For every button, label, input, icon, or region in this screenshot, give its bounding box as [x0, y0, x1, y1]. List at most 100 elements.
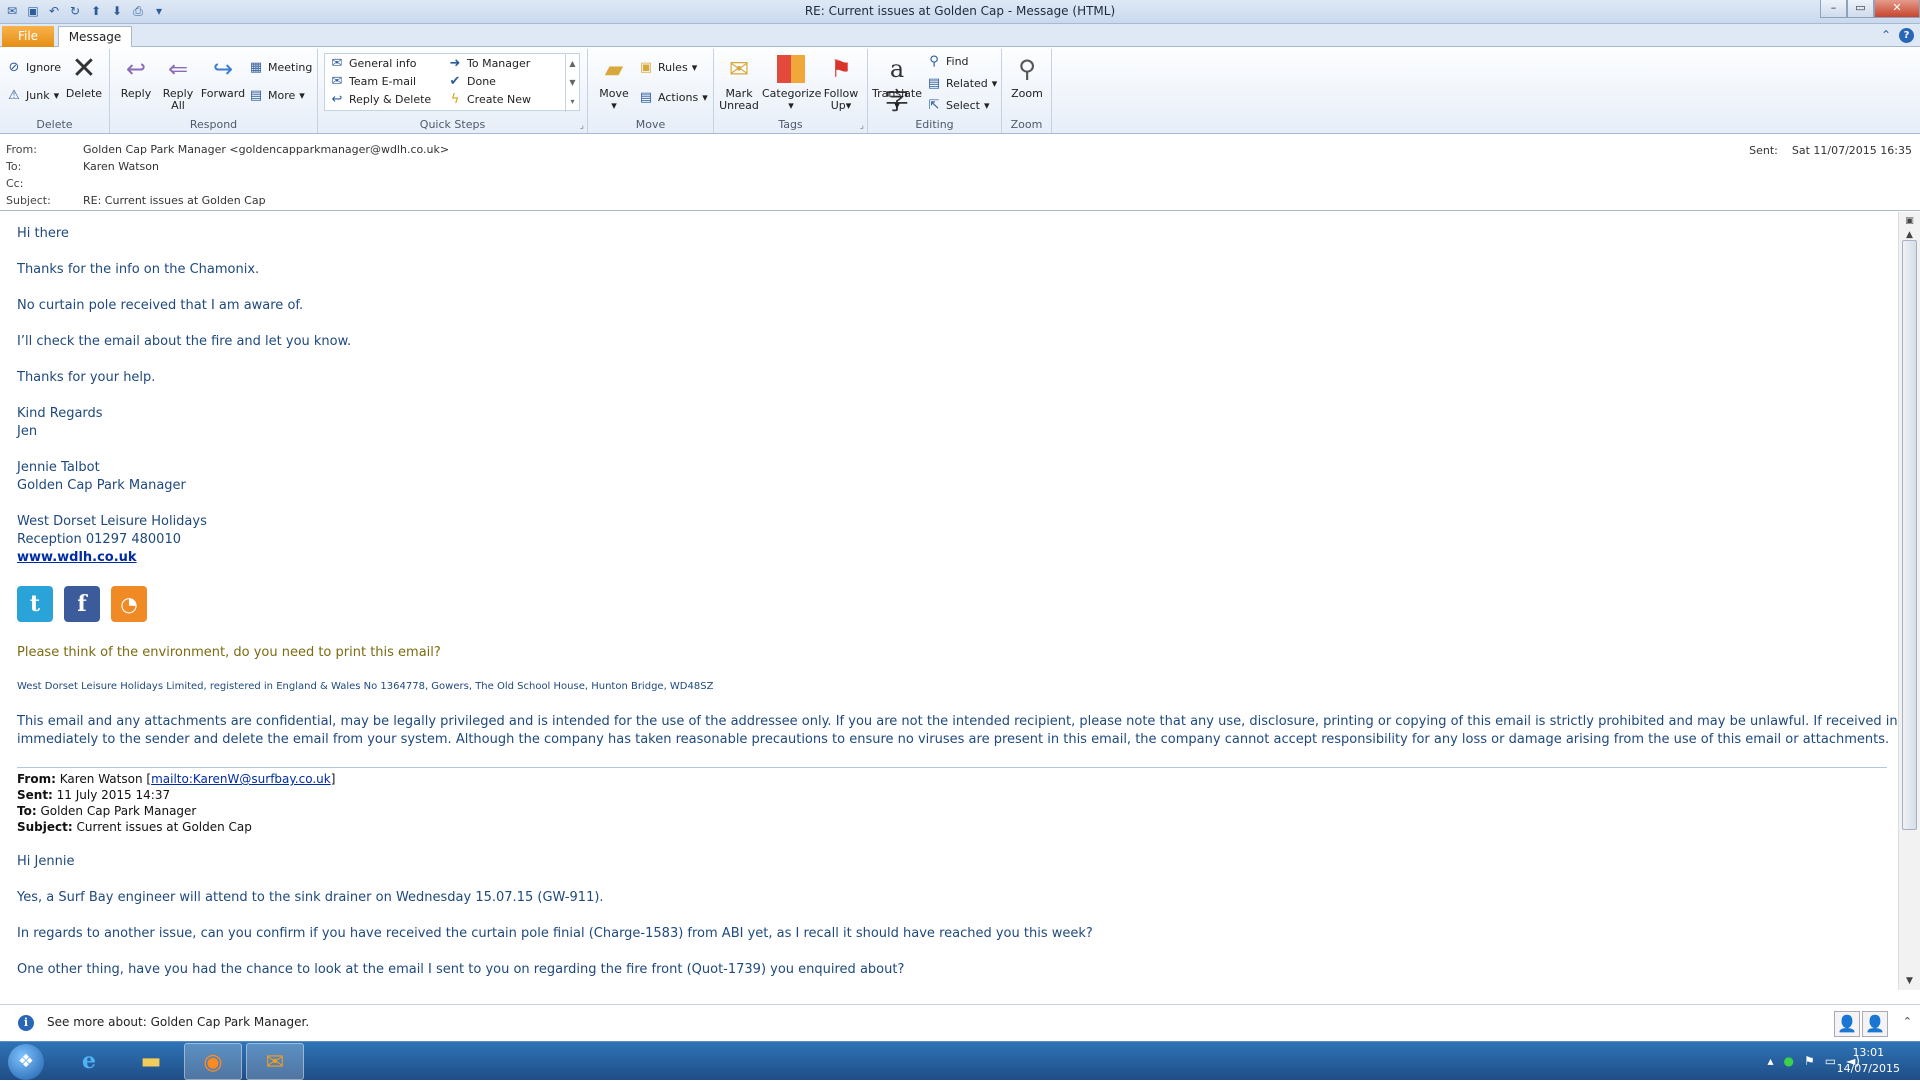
forward-button[interactable]: ↪ Forward [200, 53, 246, 100]
tab-message[interactable]: Message [58, 26, 132, 48]
contact-avatar[interactable]: 👤 [1862, 1011, 1888, 1037]
dropdown-arrow-icon: ▾ [894, 99, 900, 112]
quoted-from: From: Karen Watson [mailto:KarenW@surfba… [17, 771, 335, 787]
contact-avatar[interactable]: 👤 [1834, 1011, 1860, 1037]
junk-button[interactable]: ⚠ Junk ▾ [6, 87, 59, 105]
ribbon-tabs: File Message ⌃ ? [0, 24, 1920, 48]
scroll-split-icon[interactable]: ▣ [1903, 216, 1916, 228]
action-center-flag-icon[interactable]: ⚑ [1804, 1054, 1815, 1068]
delete-button[interactable]: ✕ Delete [64, 53, 104, 100]
facebook-icon[interactable]: f [64, 586, 100, 622]
dialog-launcher-icon[interactable]: ⌟ [580, 121, 584, 131]
quoted-sent-label: Sent: [17, 788, 53, 802]
network-icon[interactable]: ▭ [1825, 1054, 1836, 1068]
reply-label: Reply [120, 87, 152, 100]
quoted-sent: Sent: 11 July 2015 14:37 [17, 787, 170, 803]
help-icon[interactable]: ? [1899, 28, 1914, 43]
to-value[interactable]: Karen Watson [83, 160, 159, 174]
quoted-from-label: From: [17, 772, 56, 786]
ignore-button[interactable]: ⊘ Ignore [6, 59, 61, 77]
dropdown-arrow-icon: ▾ [983, 99, 990, 112]
signature-name: Jennie Talbot [17, 460, 100, 475]
clock[interactable]: 13:01 14/07/2015 [1837, 1045, 1900, 1077]
from-value[interactable]: Golden Cap Park Manager <goldencapparkma… [83, 143, 449, 157]
firefox-icon[interactable]: ◉ [184, 1043, 242, 1080]
quoted-subject-value: Current issues at Golden Cap [72, 820, 252, 834]
reply-all-button[interactable]: ⇐ Reply All [158, 53, 198, 112]
quick-step-reply-delete[interactable]: ↩ Reply & Delete [329, 91, 432, 109]
people-pane-text[interactable]: See more about: Golden Cap Park Manager. [47, 1015, 309, 1029]
mailto-link[interactable]: mailto:KarenW@surfbay.co.uk [151, 772, 331, 786]
vertical-scrollbar[interactable]: ▣ ▲ ▼ [1898, 212, 1920, 990]
scroll-thumb[interactable] [1902, 240, 1917, 830]
junk-label: Junk [26, 89, 50, 102]
meeting-button[interactable]: ▦ Meeting [248, 59, 313, 77]
file-explorer-icon[interactable]: ▬ [122, 1043, 180, 1080]
quoted-to: To: Golden Cap Park Manager [17, 803, 196, 819]
quick-step-to-manager[interactable]: ➜ To Manager [447, 55, 531, 73]
body-paragraph: Thanks for the info on the Chamonix. [17, 262, 260, 277]
cursor-icon: ⇱ [928, 98, 940, 113]
start-button[interactable]: ❖ [8, 1044, 44, 1080]
minimize-button[interactable]: – [1820, 0, 1847, 18]
sent-value: Sat 11/07/2015 16:35 [1791, 144, 1912, 157]
team-email-icon: ✉ [331, 74, 343, 89]
group-label-move: Move [635, 118, 666, 131]
quick-step-done[interactable]: ✔ Done [447, 73, 496, 91]
show-hidden-icons-icon[interactable]: ▴ [1767, 1054, 1773, 1068]
group-tags: ✉ Mark Unread Categorize ▾ ⚑ Follow Up▾ T… [714, 49, 868, 133]
website-link[interactable]: www.wdlh.co.uk [17, 549, 137, 567]
expand-people-pane-icon[interactable]: ⌃ [1903, 1015, 1912, 1028]
follow-up-button[interactable]: ⚑ Follow Up▾ [820, 53, 862, 112]
quoted-from-end: ] [330, 772, 336, 786]
minimize-ribbon-icon[interactable]: ⌃ [1881, 28, 1891, 43]
tab-file[interactable]: File [2, 26, 54, 47]
dropdown-arrow-icon: ▾ [788, 99, 794, 112]
internet-explorer-icon[interactable]: e [60, 1043, 118, 1080]
dropdown-arrow-icon: ▾ [691, 61, 698, 74]
rules-button[interactable]: ▣ Rules ▾ [638, 59, 697, 77]
quick-steps-scroll[interactable]: ▲ ▼ ▾ [565, 54, 579, 112]
subject-value: RE: Current issues at Golden Cap [83, 194, 266, 207]
mark-unread-label-2: Unread [719, 99, 759, 112]
reply-icon: ↩ [125, 55, 147, 83]
ignore-icon: ⊘ [8, 60, 20, 75]
quick-step-general-info[interactable]: ✉ General info [329, 55, 417, 73]
clock-date: 14/07/2015 [1836, 1062, 1900, 1075]
rss-icon[interactable]: ◔ [111, 586, 147, 622]
to-label: To: [6, 160, 22, 173]
reply-button[interactable]: ↩ Reply [116, 53, 156, 100]
categorize-button[interactable]: Categorize ▾ [762, 53, 821, 112]
delete-label: Delete [65, 87, 103, 100]
dialog-launcher-icon[interactable]: ⌟ [860, 121, 864, 131]
select-button[interactable]: ⇱ Select ▾ [926, 97, 990, 115]
group-label-zoom: Zoom [1010, 118, 1043, 131]
translate-button[interactable]: a字 Translate ▾ [872, 53, 922, 115]
more-button[interactable]: ▤ More ▾ [248, 87, 305, 105]
calendar-icon: ▦ [249, 60, 263, 75]
people-pane: i See more about: Golden Cap Park Manage… [0, 1004, 1920, 1041]
outlook-taskbar-icon[interactable]: ✉ [246, 1043, 304, 1080]
select-label: Select [946, 99, 980, 112]
email-icon: ✉ [331, 56, 343, 71]
body-greeting: Hi there [17, 226, 69, 241]
status-icon[interactable]: ● [1783, 1054, 1793, 1068]
twitter-icon[interactable]: t [17, 586, 53, 622]
related-button[interactable]: ▤ Related ▾ [926, 75, 997, 93]
reply-all-label-2: All [171, 99, 185, 112]
maximize-button[interactable]: ▭ [1847, 0, 1874, 18]
mark-unread-button[interactable]: ✉ Mark Unread [718, 53, 760, 112]
group-label-quick-steps: Quick Steps [419, 118, 486, 131]
zoom-button[interactable]: ⚲ Zoom [1007, 53, 1047, 100]
environment-note: Please think of the environment, do you … [17, 645, 441, 660]
quick-step-team-email[interactable]: ✉ Team E-mail [329, 73, 417, 91]
move-button[interactable]: ▰ Move ▾ [594, 53, 634, 112]
scroll-down-icon[interactable]: ▼ [1903, 976, 1916, 988]
actions-button[interactable]: ▤ Actions ▾ [638, 89, 708, 107]
cc-label: Cc: [6, 177, 24, 190]
close-button[interactable]: ✕ [1874, 0, 1920, 18]
quick-step-label: Reply & Delete [349, 93, 432, 106]
find-button[interactable]: ⚲ Find [926, 53, 968, 71]
clock-time: 13:01 [1852, 1046, 1885, 1059]
quick-step-create-new[interactable]: ϟ Create New [447, 91, 531, 109]
